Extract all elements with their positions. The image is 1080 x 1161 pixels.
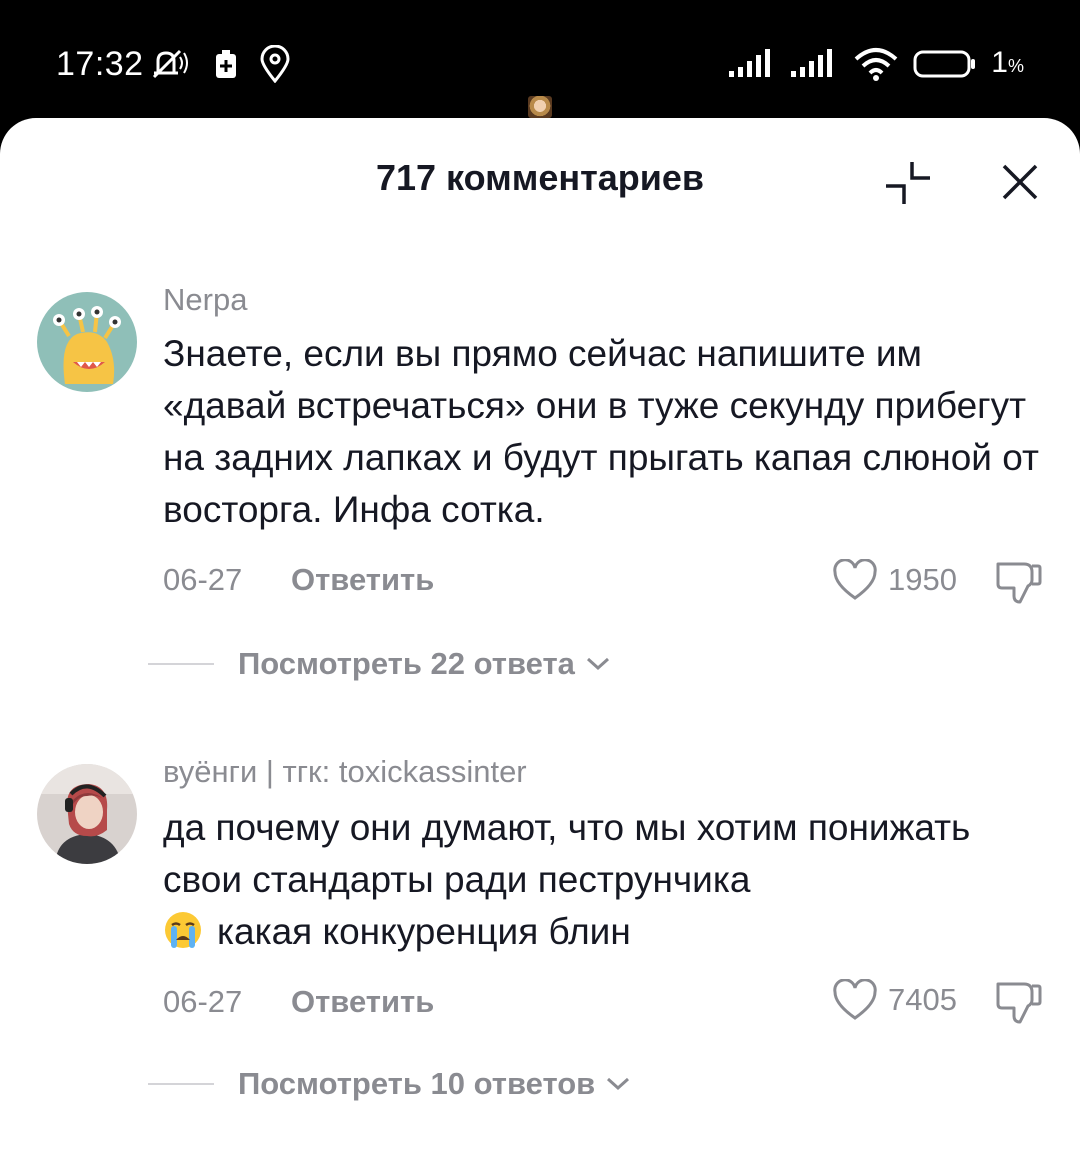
user-photo-avatar-image (37, 764, 137, 864)
like-count: 1950 (888, 562, 957, 597)
collapse-icon (886, 162, 930, 204)
comment-text: Знаете, если вы прямо сейчас напишите им… (163, 333, 1039, 530)
dislike-button[interactable] (994, 978, 1044, 1029)
battery-icon (913, 50, 976, 78)
comment-text-main: да почему они думают, что мы хотим пониж… (163, 807, 971, 900)
like-button[interactable]: 1950 (832, 556, 957, 604)
battery-saver-icon (216, 50, 236, 78)
heart-icon (833, 559, 877, 600)
signal-icon (791, 49, 833, 77)
chevron-down-icon (607, 1077, 630, 1091)
collapse-button[interactable] (882, 158, 934, 213)
status-right-icons: 1% (729, 44, 1024, 84)
reply-button[interactable]: Ответить (291, 562, 434, 598)
avatar[interactable] (37, 764, 137, 864)
divider-line (148, 663, 214, 665)
comment-username[interactable]: вуёнги | тгк: toxickassinter (163, 752, 527, 792)
like-button[interactable]: 7405 (832, 976, 957, 1024)
comment-text: да почему они думают, что мы хотим пониж… (163, 802, 1043, 958)
comment-meta: 06-27 Ответить (163, 980, 434, 1024)
video-thumbnail (528, 96, 552, 118)
comment-text-tail: какая конкуренция блин (217, 911, 631, 952)
dislike-button[interactable] (994, 558, 1044, 609)
comments-sheet: 717 комментариев Nerpa Знаете, если вы п… (0, 118, 1080, 1161)
close-icon (1002, 164, 1038, 200)
signal-icon (729, 49, 771, 77)
like-count: 7405 (888, 982, 957, 1017)
heart-icon (833, 979, 877, 1020)
crying-face-emoji-icon (165, 912, 201, 948)
comment-meta: 06-27 Ответить (163, 558, 434, 602)
view-replies-label: Посмотреть 10 ответов (238, 1066, 596, 1101)
monster-avatar-image (37, 292, 137, 392)
comment-date: 06-27 (163, 562, 243, 597)
close-button[interactable] (998, 160, 1042, 209)
battery-percent: 1% (991, 45, 1024, 79)
chevron-down-icon (586, 657, 609, 671)
comment-username[interactable]: Nerpa (163, 280, 247, 320)
view-replies-label: Посмотреть 22 ответа (238, 646, 575, 681)
mute-icon (152, 49, 188, 79)
status-time: 17:32 (56, 45, 144, 83)
comment-date: 06-27 (163, 984, 243, 1019)
reply-button[interactable]: Ответить (291, 984, 434, 1020)
view-replies-button[interactable]: Посмотреть 10 ответов (148, 1062, 631, 1106)
wifi-icon (854, 48, 898, 81)
thumbs-down-icon (996, 982, 1042, 1024)
avatar[interactable] (37, 292, 137, 392)
divider-line (148, 1083, 214, 1085)
location-icon (260, 45, 290, 83)
view-replies-button[interactable]: Посмотреть 22 ответа (148, 642, 611, 686)
status-left-icons (150, 44, 290, 84)
thumbs-down-icon (996, 562, 1042, 604)
